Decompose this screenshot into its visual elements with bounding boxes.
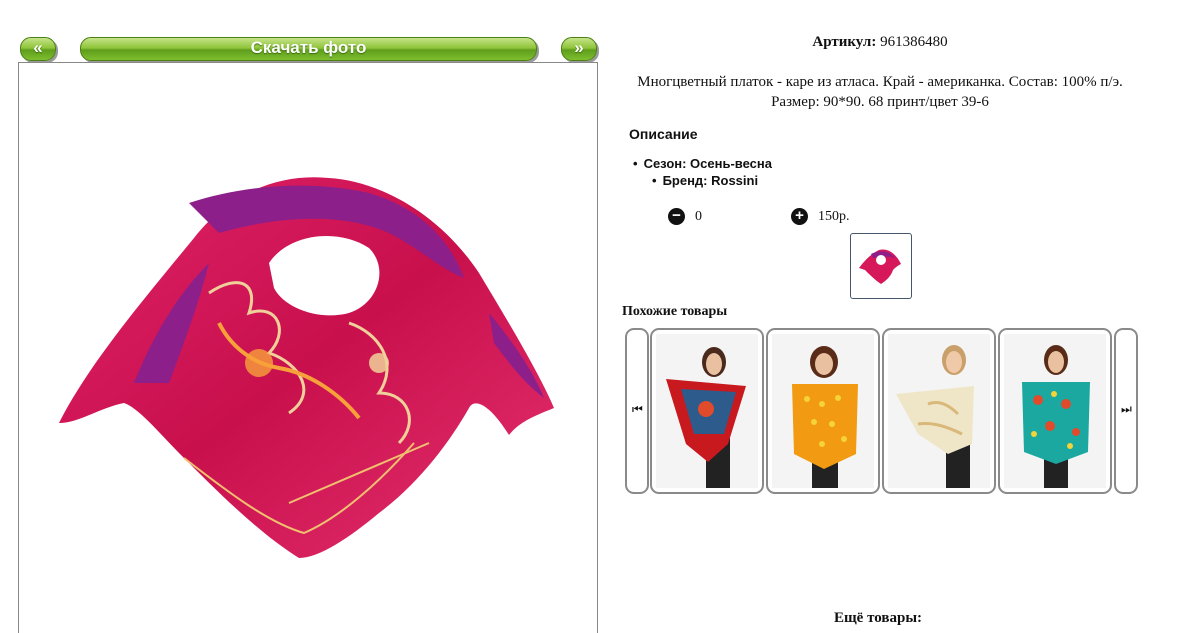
more-products-heading: Ещё товары:	[834, 610, 923, 626]
similar-item-2-image	[772, 334, 874, 488]
similar-next-button[interactable]: ⏭	[1114, 328, 1138, 494]
similar-item-4-image	[1004, 334, 1106, 488]
attribute-season: Сезон: Осень-весна	[633, 156, 772, 171]
quantity-value: 0	[695, 209, 702, 224]
product-thumbnail[interactable]	[850, 233, 912, 299]
similar-item-4[interactable]	[998, 328, 1112, 494]
similar-item-2[interactable]	[766, 328, 880, 494]
description-line-2: Размер: 90*90. 68 принт/цвет 39-6	[771, 94, 989, 110]
sku-label: Артикул:	[812, 34, 877, 50]
next-photo-button[interactable]: »	[561, 37, 597, 61]
product-photo-frame	[18, 62, 598, 633]
similar-heading: Похожие товары	[622, 304, 728, 319]
sku-value: 961386480	[880, 34, 948, 50]
similar-item-1[interactable]	[650, 328, 764, 494]
description-line-1: Многцветный платок - каре из атласа. Кра…	[637, 74, 1123, 90]
download-photo-button[interactable]: Скачать фото	[80, 37, 537, 61]
skip-back-icon: ⏮	[632, 402, 643, 416]
similar-item-1-image	[656, 334, 758, 488]
skip-forward-icon: ⏭	[1121, 402, 1132, 416]
similar-item-3[interactable]	[882, 328, 996, 494]
sku-line: Артикул: 961386480	[600, 34, 1160, 51]
description-heading: Описание	[629, 126, 698, 142]
prev-photo-button[interactable]: «	[20, 37, 56, 61]
product-photo-scarf	[59, 177, 554, 558]
thumbnail-scarf-image	[859, 249, 901, 284]
minus-icon[interactable]: −	[668, 208, 685, 225]
similar-item-3-image	[888, 334, 990, 488]
plus-icon[interactable]: +	[791, 208, 808, 225]
similar-prev-button[interactable]: ⏮	[625, 328, 649, 494]
product-description: Многцветный платок - каре из атласа. Кра…	[612, 72, 1148, 112]
price-value: 150р.	[818, 209, 850, 224]
attribute-brand: Бренд: Rossini	[652, 173, 759, 188]
